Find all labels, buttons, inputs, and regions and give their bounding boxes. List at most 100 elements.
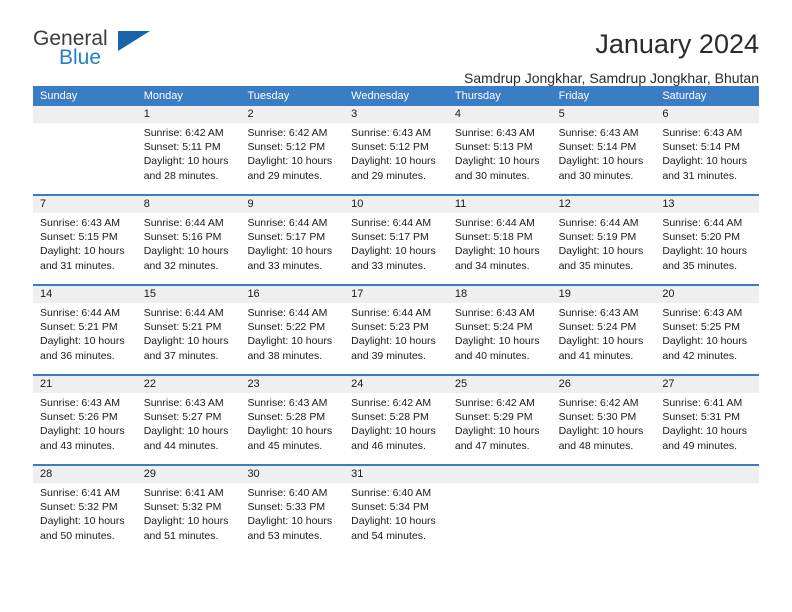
sunrise-text: Sunrise: 6:40 AM: [247, 487, 328, 499]
day-number: 13: [655, 196, 760, 213]
sunrise-text: Sunrise: 6:44 AM: [351, 217, 432, 229]
day-number: 17: [344, 286, 448, 303]
day-cell-8[interactable]: 8 Sunrise: 6:44 AM Sunset: 5:16 PM Daylight…: [136, 196, 241, 284]
sunrise-text: Sunrise: 6:44 AM: [247, 217, 328, 229]
day-cell-24[interactable]: 24 Sunrise: 6:42 AM Sunset: 5:28 PM Dayligh…: [344, 376, 448, 464]
day-cell-30[interactable]: 30 Sunrise: 6:40 AM Sunset: 5:33 PM Dayligh…: [240, 466, 345, 554]
day-cell-12[interactable]: 12 Sunrise: 6:44 AM Sunset: 5:19 PM Dayligh…: [551, 196, 656, 284]
daylight-text: Daylight: 10 hours: [454, 155, 540, 168]
day-cell-21[interactable]: 21 Sunrise: 6:43 AM Sunset: 5:26 PM Dayligh…: [33, 376, 137, 464]
daylight-text-cont: and 32 minutes.: [143, 259, 219, 272]
day-cell-6[interactable]: 6 Sunrise: 6:43 AM Sunset: 5:14 PM Daylight…: [655, 106, 760, 194]
daylight-text: Daylight: 10 hours: [558, 335, 644, 348]
daylight-text-cont: and 53 minutes.: [247, 529, 323, 542]
daylight-text: Daylight: 10 hours: [351, 245, 436, 258]
day-cell-25[interactable]: 25 Sunrise: 6:42 AM Sunset: 5:29 PM Dayligh…: [447, 376, 552, 464]
sunset-text: Sunset: 5:21 PM: [40, 321, 118, 334]
daylight-text-cont: and 51 minutes.: [143, 529, 219, 542]
day-cell-9[interactable]: 9 Sunrise: 6:44 AM Sunset: 5:17 PM Daylight…: [240, 196, 345, 284]
daylight-text-cont: and 48 minutes.: [558, 439, 634, 452]
day-number: 10: [344, 196, 448, 213]
day-cell-18[interactable]: 18 Sunrise: 6:43 AM Sunset: 5:24 PM Dayligh…: [447, 286, 552, 374]
day-cell-13[interactable]: 13 Sunrise: 6:44 AM Sunset: 5:20 PM Dayligh…: [655, 196, 760, 284]
daylight-text: Daylight: 10 hours: [351, 425, 436, 438]
day-cell-empty: [551, 466, 656, 554]
sunset-text: Sunset: 5:23 PM: [351, 321, 429, 334]
day-details: Sunrise: 6:44 AM Sunset: 5:23 PM Daylight:…: [344, 303, 448, 363]
day-number: 23: [240, 376, 345, 393]
daylight-text: Daylight: 10 hours: [454, 335, 540, 348]
day-details: Sunrise: 6:43 AM Sunset: 5:12 PM Daylight:…: [344, 123, 448, 183]
day-details: Sunrise: 6:44 AM Sunset: 5:17 PM Daylight:…: [344, 213, 448, 273]
sunset-text: Sunset: 5:14 PM: [662, 141, 740, 154]
day-cell-3[interactable]: 3 Sunrise: 6:43 AM Sunset: 5:12 PM Daylight…: [344, 106, 448, 194]
sunset-text: Sunset: 5:32 PM: [143, 501, 222, 514]
daylight-text: Daylight: 10 hours: [558, 155, 644, 168]
sunrise-text: Sunrise: 6:43 AM: [662, 127, 743, 139]
sunset-text: Sunset: 5:34 PM: [351, 501, 429, 514]
daylight-text-cont: and 38 minutes.: [247, 349, 323, 362]
sunset-text: Sunset: 5:17 PM: [351, 231, 429, 244]
day-cell-7[interactable]: 7 Sunrise: 6:43 AM Sunset: 5:15 PM Daylight…: [33, 196, 137, 284]
sunset-text: Sunset: 5:24 PM: [558, 321, 637, 334]
daylight-text-cont: and 43 minutes.: [40, 439, 115, 452]
daylight-text: Daylight: 10 hours: [143, 515, 229, 528]
day-number: [655, 466, 760, 483]
day-cell-11[interactable]: 11 Sunrise: 6:44 AM Sunset: 5:18 PM Dayligh…: [447, 196, 552, 284]
day-details: Sunrise: 6:43 AM Sunset: 5:13 PM Daylight:…: [448, 123, 552, 183]
day-number: 14: [33, 286, 137, 303]
daylight-text: Daylight: 10 hours: [143, 425, 229, 438]
day-cell-19[interactable]: 19 Sunrise: 6:43 AM Sunset: 5:24 PM Dayligh…: [551, 286, 656, 374]
daylight-text-cont: and 42 minutes.: [662, 349, 738, 362]
day-details: Sunrise: 6:43 AM Sunset: 5:24 PM Daylight:…: [448, 303, 552, 363]
day-number: 9: [240, 196, 345, 213]
day-cell-22[interactable]: 22 Sunrise: 6:43 AM Sunset: 5:27 PM Dayligh…: [136, 376, 241, 464]
daylight-text: Daylight: 10 hours: [454, 425, 540, 438]
day-cell-20[interactable]: 20 Sunrise: 6:43 AM Sunset: 5:25 PM Dayligh…: [655, 286, 760, 374]
day-details: [33, 123, 137, 126]
sunrise-text: Sunrise: 6:43 AM: [351, 127, 432, 139]
daylight-text-cont: and 34 minutes.: [454, 259, 530, 272]
sunrise-text: Sunrise: 6:42 AM: [558, 397, 639, 409]
day-number: 26: [551, 376, 656, 393]
day-cell-1[interactable]: 1 Sunrise: 6:42 AM Sunset: 5:11 PM Daylight…: [136, 106, 241, 194]
daylight-text: Daylight: 10 hours: [351, 335, 436, 348]
day-cell-16[interactable]: 16 Sunrise: 6:44 AM Sunset: 5:22 PM Dayligh…: [240, 286, 345, 374]
day-cell-27[interactable]: 27 Sunrise: 6:41 AM Sunset: 5:31 PM Dayligh…: [655, 376, 760, 464]
day-details: Sunrise: 6:44 AM Sunset: 5:21 PM Daylight:…: [137, 303, 241, 363]
daylight-text-cont: and 30 minutes.: [454, 169, 530, 182]
day-cell-14[interactable]: 14 Sunrise: 6:44 AM Sunset: 5:21 PM Dayligh…: [33, 286, 137, 374]
sunset-text: Sunset: 5:32 PM: [40, 501, 118, 514]
daylight-text-cont: and 35 minutes.: [662, 259, 738, 272]
day-cell-26[interactable]: 26 Sunrise: 6:42 AM Sunset: 5:30 PM Dayligh…: [551, 376, 656, 464]
day-number: 4: [447, 106, 552, 123]
day-number: 7: [33, 196, 137, 213]
day-cell-5[interactable]: 5 Sunrise: 6:43 AM Sunset: 5:14 PM Daylight…: [551, 106, 656, 194]
sunrise-text: Sunrise: 6:42 AM: [143, 127, 224, 139]
day-cell-4[interactable]: 4 Sunrise: 6:43 AM Sunset: 5:13 PM Daylight…: [447, 106, 552, 194]
sunrise-text: Sunrise: 6:44 AM: [454, 217, 535, 229]
day-cell-29[interactable]: 29 Sunrise: 6:41 AM Sunset: 5:32 PM Dayligh…: [136, 466, 241, 554]
day-details: [448, 483, 552, 486]
sunset-text: Sunset: 5:30 PM: [558, 411, 637, 424]
day-details: Sunrise: 6:41 AM Sunset: 5:32 PM Daylight:…: [33, 483, 137, 543]
sunset-text: Sunset: 5:12 PM: [247, 141, 326, 154]
day-cell-15[interactable]: 15 Sunrise: 6:44 AM Sunset: 5:21 PM Dayligh…: [136, 286, 241, 374]
day-details: Sunrise: 6:41 AM Sunset: 5:31 PM Daylight:…: [655, 393, 759, 453]
daylight-text: Daylight: 10 hours: [247, 155, 333, 168]
day-number: 3: [344, 106, 448, 123]
day-cell-17[interactable]: 17 Sunrise: 6:44 AM Sunset: 5:23 PM Dayligh…: [344, 286, 448, 374]
day-details: [552, 483, 656, 486]
day-number: 25: [447, 376, 552, 393]
title-block: January 2024 Samdrup Jongkhar, Samdrup J…: [153, 28, 759, 86]
day-number: 12: [551, 196, 656, 213]
day-cell-2[interactable]: 2 Sunrise: 6:42 AM Sunset: 5:12 PM Daylight…: [240, 106, 345, 194]
sunset-text: Sunset: 5:18 PM: [454, 231, 533, 244]
logo-triangle-icon: [118, 31, 150, 51]
day-cell-10[interactable]: 10 Sunrise: 6:44 AM Sunset: 5:17 PM Dayligh…: [344, 196, 448, 284]
day-cell-23[interactable]: 23 Sunrise: 6:43 AM Sunset: 5:28 PM Dayligh…: [240, 376, 345, 464]
day-cell-31[interactable]: 31 Sunrise: 6:40 AM Sunset: 5:34 PM Dayligh…: [344, 466, 448, 554]
day-number: 31: [344, 466, 448, 483]
day-cell-28[interactable]: 28 Sunrise: 6:41 AM Sunset: 5:32 PM Dayligh…: [33, 466, 137, 554]
day-details: Sunrise: 6:40 AM Sunset: 5:33 PM Daylight:…: [240, 483, 344, 543]
